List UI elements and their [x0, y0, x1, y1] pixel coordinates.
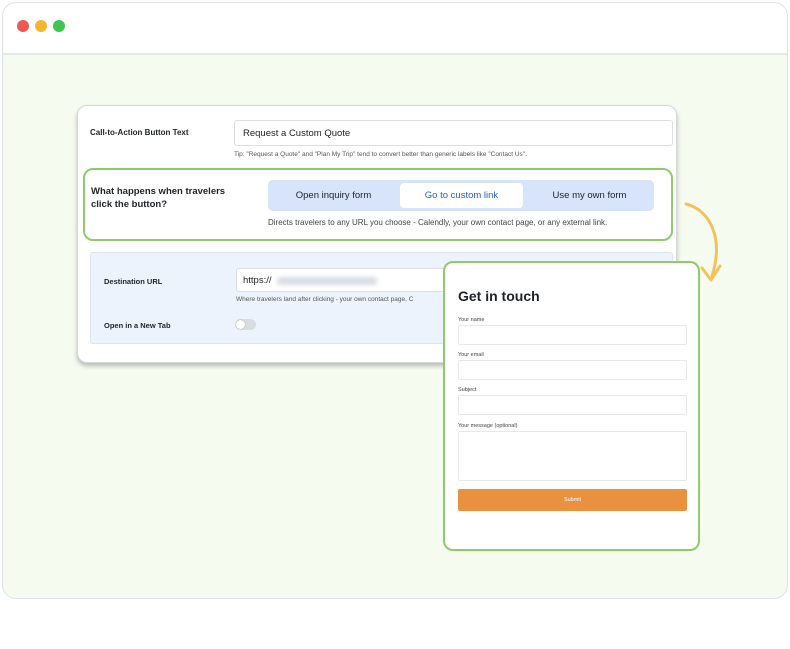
message-textarea[interactable] [458, 431, 687, 481]
minimize-window-dot[interactable] [35, 20, 47, 32]
new-tab-label: Open in a New Tab [104, 321, 171, 330]
window-titlebar [3, 3, 787, 55]
subject-input[interactable] [458, 395, 687, 415]
contact-form-title: Get in touch [458, 288, 540, 304]
email-input[interactable] [458, 360, 687, 380]
url-prefix: https:// [243, 275, 272, 286]
contact-form-preview: Get in touch Your name Your email Subjec… [443, 261, 700, 551]
option-open-inquiry-form[interactable]: Open inquiry form [272, 183, 395, 208]
cta-tip-text: Tip: "Request a Quote" and "Plan My Trip… [234, 151, 527, 158]
option-go-to-custom-link[interactable]: Go to custom link [400, 183, 523, 208]
cta-text-label: Call-to-Action Button Text [90, 128, 189, 137]
option-use-my-own-form[interactable]: Use my own form [528, 183, 651, 208]
name-input[interactable] [458, 325, 687, 345]
email-label: Your email [458, 352, 484, 358]
destination-url-label: Destination URL [104, 277, 163, 286]
maximize-window-dot[interactable] [53, 20, 65, 32]
submit-button[interactable]: Submit [458, 489, 687, 511]
close-window-dot[interactable] [17, 20, 29, 32]
click-behavior-description: Directs travelers to any URL you choose … [268, 218, 608, 227]
toggle-knob [236, 320, 245, 329]
name-label: Your name [458, 317, 485, 323]
click-behavior-question: What happens when travelers click the bu… [91, 186, 226, 210]
destination-help-text: Where travelers land after clicking - yo… [236, 296, 414, 303]
click-behavior-segmented-control: Open inquiry form Go to custom link Use … [268, 180, 654, 211]
subject-label: Subject [458, 387, 477, 393]
message-label: Your message (optional) [458, 423, 518, 429]
cta-text-input[interactable] [234, 120, 673, 146]
blurred-url [277, 277, 377, 285]
new-tab-toggle[interactable] [235, 319, 256, 330]
click-behavior-section: What happens when travelers click the bu… [83, 168, 673, 241]
